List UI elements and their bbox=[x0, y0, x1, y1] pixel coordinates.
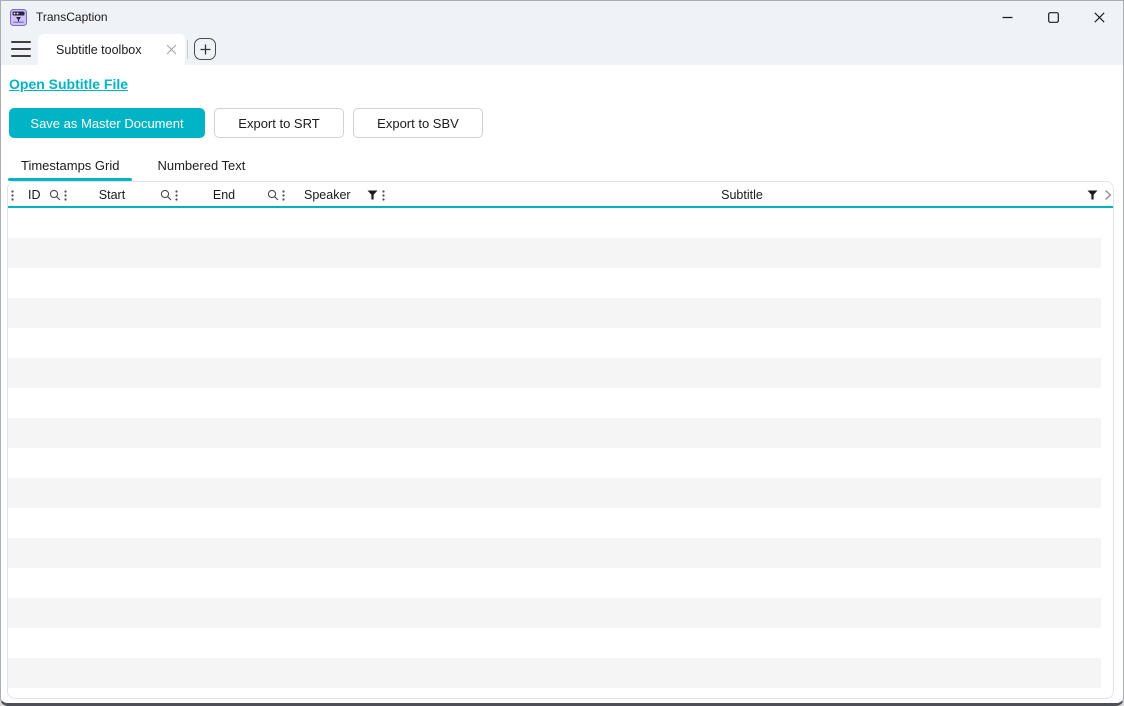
menu-dots-icon[interactable] bbox=[11, 182, 14, 208]
tab-label: Subtitle toolbox bbox=[56, 43, 141, 57]
menu-button[interactable] bbox=[6, 36, 36, 62]
filter-icon[interactable] bbox=[1087, 182, 1098, 208]
plus-icon bbox=[200, 44, 211, 55]
column-header-start[interactable]: Start bbox=[88, 182, 136, 208]
column-header-speaker[interactable]: Speaker bbox=[304, 182, 351, 208]
tab-numbered-text[interactable]: Numbered Text bbox=[147, 150, 255, 180]
tab-subtitle-toolbox[interactable]: Subtitle toolbox bbox=[38, 34, 185, 65]
search-icon[interactable] bbox=[267, 182, 279, 208]
column-header-id[interactable]: ID bbox=[28, 182, 41, 208]
window-controls bbox=[984, 1, 1122, 33]
tab-close-button[interactable] bbox=[165, 43, 178, 56]
menu-dots-icon[interactable] bbox=[282, 182, 285, 208]
close-icon bbox=[166, 44, 177, 55]
new-tab-button[interactable] bbox=[194, 38, 216, 60]
menu-dots-icon[interactable] bbox=[64, 182, 67, 208]
maximize-icon bbox=[1048, 12, 1059, 23]
minimize-button[interactable] bbox=[984, 1, 1030, 33]
menu-dots-icon[interactable] bbox=[382, 182, 385, 208]
subtitle-grid: ID Start End bbox=[7, 181, 1114, 699]
tab-timestamps-grid[interactable]: Timestamps Grid bbox=[8, 150, 132, 180]
column-header-subtitle[interactable]: Subtitle bbox=[692, 182, 792, 208]
chevron-right-icon[interactable] bbox=[1104, 182, 1112, 208]
search-icon[interactable] bbox=[160, 182, 172, 208]
export-sbv-button[interactable]: Export to SBV bbox=[353, 108, 483, 138]
grid-body[interactable] bbox=[8, 208, 1113, 696]
main-content: Open Subtitle File Save as Master Docume… bbox=[1, 65, 1123, 706]
save-master-document-button[interactable]: Save as Master Document bbox=[9, 108, 205, 138]
open-subtitle-file-link[interactable]: Open Subtitle File bbox=[9, 76, 128, 92]
search-icon[interactable] bbox=[49, 182, 61, 208]
app-window: TransCaption Subtitle toolbox bbox=[0, 0, 1124, 706]
close-icon bbox=[1094, 12, 1105, 23]
empty-grid-rows bbox=[8, 208, 1101, 696]
minimize-icon bbox=[1002, 12, 1013, 23]
tab-strip: Subtitle toolbox bbox=[1, 33, 1123, 65]
export-srt-button[interactable]: Export to SRT bbox=[214, 108, 344, 138]
app-logo-icon bbox=[10, 9, 27, 26]
tab-separator bbox=[187, 40, 188, 59]
grid-header: ID Start End bbox=[8, 182, 1113, 208]
view-tabs: Timestamps Grid Numbered Text bbox=[1, 150, 255, 180]
column-header-end[interactable]: End bbox=[200, 182, 248, 208]
hamburger-icon bbox=[11, 41, 31, 43]
menu-dots-icon[interactable] bbox=[175, 182, 178, 208]
filter-icon[interactable] bbox=[367, 182, 378, 208]
maximize-button[interactable] bbox=[1030, 1, 1076, 33]
title-bar: TransCaption bbox=[1, 1, 1123, 33]
close-window-button[interactable] bbox=[1076, 1, 1122, 33]
window-title: TransCaption bbox=[36, 10, 108, 24]
